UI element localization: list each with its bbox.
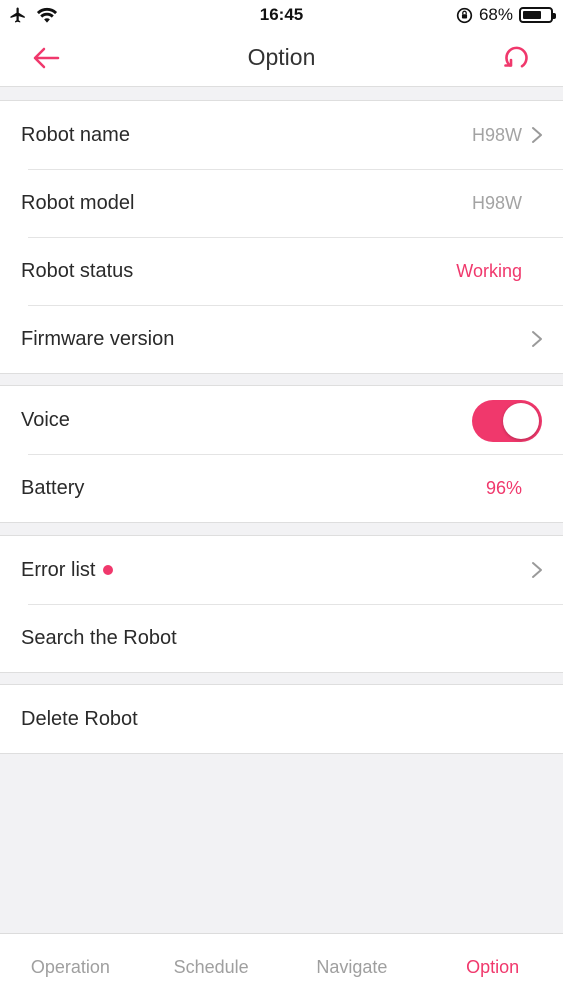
delete-robot-label: Delete Robot: [21, 707, 138, 730]
page-title: Option: [247, 44, 316, 70]
robot-name-row[interactable]: Robot name H98W: [0, 101, 563, 169]
robot-name-value: H98W: [471, 124, 522, 145]
battery-percent: 68%: [478, 5, 513, 24]
delete-robot-row[interactable]: Delete Robot: [0, 685, 563, 753]
robot-info-group: Robot name H98W Robot model H98W Robot s…: [0, 100, 563, 374]
search-robot-label: Search the Robot: [21, 626, 177, 649]
robot-model-value: H98W: [471, 192, 522, 213]
robot-model-label: Robot model: [21, 191, 135, 214]
battery-value: 96%: [485, 477, 522, 498]
settings-group: Voice Battery 96%: [0, 385, 563, 523]
battery-label: Battery: [21, 476, 85, 499]
tab-navigate[interactable]: Navigate: [282, 934, 423, 1000]
status-right: 68%: [456, 4, 556, 26]
delete-group: Delete Robot: [0, 684, 563, 754]
chevron-right-icon: [532, 331, 542, 347]
error-list-text: Error list: [21, 558, 96, 581]
status-bar: 16:45 68%: [0, 0, 563, 30]
refresh-icon[interactable]: [501, 42, 531, 72]
notification-dot: [103, 565, 114, 575]
error-list-row[interactable]: Error list: [0, 536, 563, 604]
firmware-version-row[interactable]: Firmware version: [0, 305, 563, 373]
firmware-version-label: Firmware version: [21, 327, 175, 350]
robot-name-label: Robot name: [21, 123, 130, 146]
robot-model-row: Robot model H98W: [0, 169, 563, 237]
toggle-knob: [503, 403, 539, 439]
tab-bar: Operation Schedule Navigate Option: [0, 933, 563, 1000]
orientation-lock-icon: [456, 7, 473, 23]
nav-bar: Option: [0, 30, 563, 87]
voice-label: Voice: [21, 408, 70, 431]
tab-schedule[interactable]: Schedule: [141, 934, 282, 1000]
battery-fill: [523, 11, 541, 19]
robot-status-label: Robot status: [21, 259, 134, 282]
battery-icon: [519, 7, 556, 23]
tab-option[interactable]: Option: [422, 934, 563, 1000]
chevron-right-icon: [532, 127, 542, 143]
robot-status-row: Robot status Working: [0, 237, 563, 305]
error-list-label: Error list: [21, 558, 114, 582]
voice-row: Voice: [0, 386, 563, 454]
chevron-right-icon: [532, 562, 542, 578]
support-group: Error list Search the Robot: [0, 535, 563, 673]
voice-toggle[interactable]: [472, 400, 542, 442]
robot-status-value: Working: [456, 260, 522, 281]
search-robot-row[interactable]: Search the Robot: [0, 604, 563, 672]
tab-operation[interactable]: Operation: [0, 934, 141, 1000]
battery-row: Battery 96%: [0, 454, 563, 522]
